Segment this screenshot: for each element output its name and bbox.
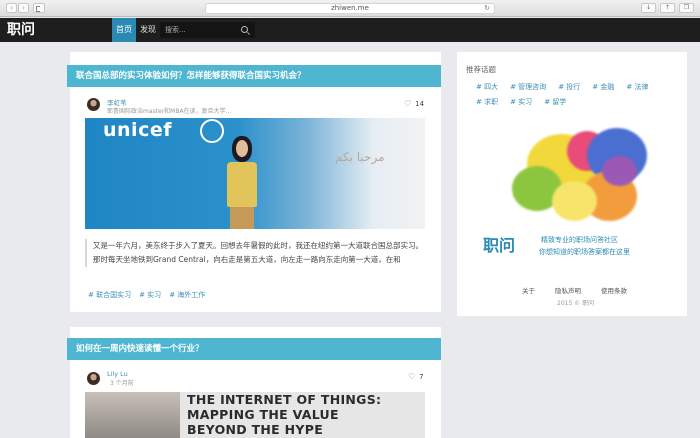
footer-link-privacy[interactable]: 隐私声明	[555, 285, 581, 295]
tag-link[interactable]: # 实习	[139, 290, 161, 300]
promo-tagline: 精致专业的职场问答社区	[541, 236, 618, 244]
copyright: 2015 © 职问	[557, 300, 595, 307]
reload-icon[interactable]: ↻	[484, 4, 490, 13]
unicef-text: unicef	[103, 119, 172, 141]
post-image[interactable]: unicef مرحبا بكم	[85, 118, 425, 229]
nav-home[interactable]: 首页	[112, 18, 136, 42]
back-button[interactable]: ‹	[6, 3, 17, 13]
nav-discover[interactable]: 发现	[140, 18, 156, 42]
sidebar-toggle-icon[interactable]	[33, 3, 45, 13]
promo-tagline: 你想知道的职场答案都在这里	[539, 248, 630, 256]
promo-banner[interactable]: 职问 精致专业的职场问答社区 你想知道的职场答案都在这里	[467, 126, 678, 260]
site-logo[interactable]: 职问	[7, 21, 35, 39]
post-card: 联合国总部的实习体验如何？怎样能够获得联合国实习机会？ 李虹苇 耶鲁国际政治ma…	[67, 52, 441, 312]
like-button[interactable]: ♡ 7	[408, 372, 424, 381]
url-text: zhiwen.me	[331, 4, 369, 12]
browser-toolbar: ‹ › zhiwen.me ↻ ↓ ↑ ❐	[0, 0, 700, 17]
report-title-line: MAPPING THE VALUE	[187, 407, 339, 422]
paint-splash	[552, 181, 597, 221]
like-count: 7	[419, 372, 424, 381]
heart-icon: ♡	[408, 372, 416, 381]
download-icon[interactable]: ↓	[641, 3, 656, 13]
report-title-line: BEYOND THE HYPE	[187, 422, 324, 437]
tag-link[interactable]: # 联合国实习	[88, 290, 131, 300]
report-title: THE INTERNET OF THINGS: MAPPING THE VALU…	[187, 392, 381, 437]
post-card: 如何在一周内快速读懂一个行业？ Lily Lu 3 个月前 ♡ 7 THE IN…	[67, 327, 441, 438]
post-excerpt[interactable]: 又是一年六月，美东终于步入了夏天。回想去年暑假的此时，我还在纽约第一大道联合国总…	[85, 239, 425, 267]
topic-link[interactable]: # 留学	[544, 97, 566, 107]
sidebar: 推荐话题 # 四大 # 管理咨询 # 投行 # 金融 # 法律 # 求职 # 实…	[457, 52, 687, 316]
post-title[interactable]: 如何在一周内快速读懂一个行业？	[67, 338, 441, 360]
post-time: 3 个月前	[110, 380, 134, 387]
topic-link[interactable]: # 法律	[626, 82, 648, 92]
unicef-logo-icon	[200, 119, 224, 143]
topic-link[interactable]: # 实习	[510, 97, 532, 107]
tabs-icon[interactable]: ❐	[679, 3, 694, 13]
tag-link[interactable]: # 海外工作	[169, 290, 205, 300]
search-icon[interactable]	[241, 26, 248, 33]
toolbar-right: ↓ ↑ ❐	[641, 3, 694, 13]
topic-link[interactable]: # 四大	[476, 82, 498, 92]
sidebar-title: 推荐话题	[466, 65, 496, 74]
footer-link-terms[interactable]: 使用条款	[601, 285, 627, 295]
footer-link-about[interactable]: 关于	[522, 285, 535, 295]
topic-link[interactable]: # 求职	[476, 97, 498, 107]
like-count: 14	[415, 99, 425, 108]
post-image[interactable]: THE INTERNET OF THINGS: MAPPING THE VALU…	[85, 392, 425, 438]
report-title-line: THE INTERNET OF THINGS:	[187, 392, 382, 407]
paint-splash	[602, 156, 637, 186]
office-photo	[85, 392, 180, 438]
site-header: 职问 首页 发现 搜索...	[0, 18, 700, 42]
topic-link[interactable]: # 投行	[558, 82, 580, 92]
person-face	[236, 140, 248, 157]
address-bar[interactable]: zhiwen.me ↻	[205, 3, 495, 14]
footer-links: 关于 隐私声明 使用条款	[522, 285, 627, 295]
post-tags: # 联合国实习 # 实习 # 海外工作	[88, 290, 205, 300]
person-body	[227, 162, 257, 207]
author-bio: 耶鲁国际政治master和MBA在读，复旦大学...	[107, 108, 232, 115]
share-icon[interactable]: ↑	[660, 3, 675, 13]
forward-button[interactable]: ›	[18, 3, 29, 13]
history-buttons: ‹ ›	[6, 3, 29, 13]
post-title[interactable]: 联合国总部的实习体验如何？怎样能够获得联合国实习机会？	[67, 65, 441, 87]
arabic-text: مرحبا بكم	[335, 150, 385, 164]
avatar[interactable]	[87, 372, 100, 385]
person-legs	[230, 207, 254, 229]
heart-icon: ♡	[404, 99, 412, 108]
avatar[interactable]	[87, 98, 100, 111]
topic-link[interactable]: # 管理咨询	[510, 82, 546, 92]
topic-link[interactable]: # 金融	[592, 82, 614, 92]
author-name[interactable]: Lily Lu	[107, 370, 128, 378]
topic-list: # 四大 # 管理咨询 # 投行 # 金融 # 法律 # 求职 # 实习 # 留…	[476, 82, 676, 107]
like-button[interactable]: ♡ 14	[404, 99, 424, 108]
promo-logo: 职问	[483, 236, 516, 255]
